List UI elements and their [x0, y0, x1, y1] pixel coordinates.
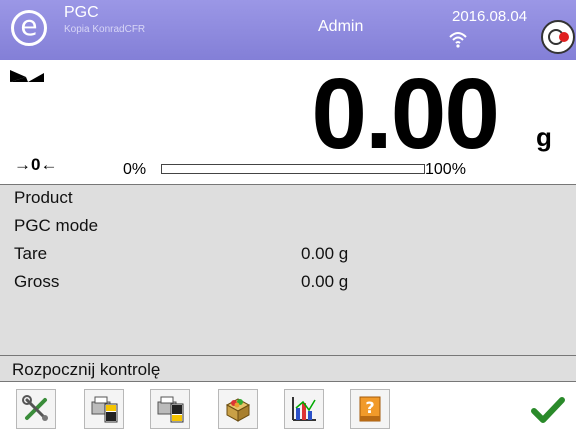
weighing-display: 0.00 g →0← 0% 100%	[0, 60, 576, 185]
wifi-icon	[449, 32, 467, 48]
tare-value: 0.00 g	[301, 244, 349, 263]
help-book-icon: ?	[359, 396, 381, 422]
checkmark-icon[interactable]	[528, 390, 568, 430]
zero-indicator: →0←	[14, 155, 58, 174]
settings-button[interactable]	[16, 389, 56, 429]
top-bar: e PGC Kopia KonradCFR Admin 2016.08.04	[0, 0, 576, 60]
logo-letter: e	[20, 9, 38, 42]
gross-value: 0.00 g	[301, 272, 349, 291]
svg-text:?: ?	[365, 398, 374, 417]
help-button[interactable]: ?	[350, 389, 390, 429]
app-name: PGC	[64, 4, 99, 21]
print-header-icon	[91, 396, 118, 423]
tare-label: Tare	[14, 244, 48, 263]
gross-label: Gross	[14, 272, 60, 291]
info-panel: Product PGC mode Tare 0.00 g Gross 0.00 …	[0, 185, 576, 355]
bargraph	[161, 164, 425, 174]
statistics-chart-icon	[292, 397, 316, 421]
print-header-button[interactable]	[84, 389, 124, 429]
status-line: Rozpocznij kontrolę	[0, 355, 576, 382]
stability-icon	[10, 70, 44, 82]
print-footer-icon	[157, 396, 184, 423]
statistics-button[interactable]	[284, 389, 324, 429]
record-button[interactable]	[541, 20, 575, 54]
logged-user[interactable]: Admin	[318, 18, 363, 36]
bargraph-min-label: 0%	[123, 161, 147, 178]
product-label: Product	[14, 188, 73, 207]
record-icon	[548, 29, 569, 45]
product-database-icon	[225, 398, 251, 422]
settings-tools-icon	[22, 395, 48, 421]
bargraph-max-label: 100%	[425, 161, 466, 178]
status-message: Rozpocznij kontrolę	[12, 360, 161, 379]
pgc-mode-label: PGC mode	[14, 216, 99, 235]
scale-screen: e PGC Kopia KonradCFR Admin 2016.08.04 0…	[0, 0, 576, 438]
profile-name[interactable]: Kopia KonradCFR	[64, 24, 145, 35]
weight-value: 0.00	[311, 58, 500, 170]
product-database-button[interactable]	[218, 389, 258, 429]
bottom-toolbar: ?	[0, 382, 576, 438]
date-display: 2016.08.04	[452, 8, 528, 25]
weight-unit[interactable]: g	[536, 122, 552, 153]
print-footer-button[interactable]	[150, 389, 190, 429]
